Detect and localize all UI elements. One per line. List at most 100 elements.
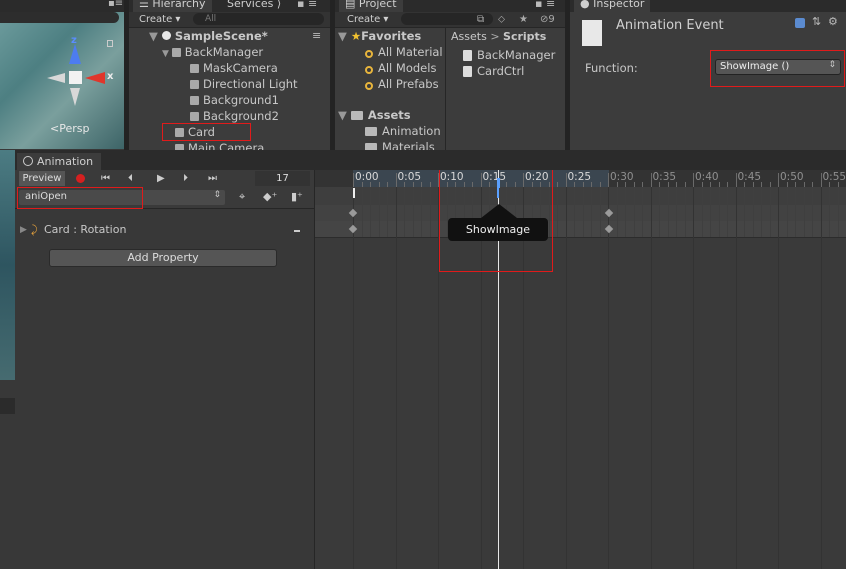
hierarchy-item-background1[interactable]: Background1	[190, 92, 279, 108]
folder-materials[interactable]: Materials	[365, 139, 435, 150]
tab-inspector[interactable]: ● Inspector	[574, 0, 651, 12]
tab-services[interactable]: Services ⟩	[221, 0, 288, 12]
hidden-count-badge: 9	[548, 14, 555, 25]
scene-gizmo[interactable]: z x	[45, 35, 115, 120]
project-tab-menu-icon[interactable]: ▪ ≡	[535, 0, 555, 10]
tab-menu-icon[interactable]: ▪≡	[108, 0, 123, 9]
folder-icon	[365, 127, 377, 136]
scene-name: SampleScene*	[174, 29, 268, 43]
scene-row[interactable]: ▼ SampleScene*	[149, 28, 268, 44]
tab-project-label: Project	[358, 0, 397, 10]
favorite-label: All Prefabs	[378, 77, 439, 91]
grid-line-minor	[837, 187, 839, 237]
panel-divider[interactable]	[124, 0, 129, 150]
tab-hierarchy[interactable]: ☰ Hierarchy	[133, 0, 212, 12]
project-split-line[interactable]	[445, 28, 446, 150]
favorite-all-material[interactable]: All Material	[365, 44, 443, 60]
add-event-icon[interactable]: ▮⁺	[291, 190, 303, 203]
expand-arrow-icon[interactable]: ▼	[162, 49, 172, 59]
breadcrumb-assets[interactable]: Assets	[451, 30, 487, 43]
next-keyframe-button[interactable]: ⏵	[183, 170, 188, 188]
grid-line	[353, 187, 354, 569]
hierarchy-search-input[interactable]: All	[193, 13, 324, 25]
tab-animation[interactable]: Animation	[17, 153, 102, 170]
folder-animation[interactable]: Animation	[365, 123, 441, 139]
panel-divider[interactable]	[330, 0, 335, 150]
property-remove-icon[interactable]	[294, 230, 300, 232]
scene-tabbar	[0, 0, 124, 12]
grid-line-minor	[752, 187, 754, 237]
favorite-star-icon[interactable]: ★	[519, 12, 528, 27]
favorites-header[interactable]: ▼ ★Favorites	[338, 28, 421, 44]
search-filter-icon	[365, 50, 373, 58]
grid-line-minor	[744, 187, 745, 237]
ruler-label: 0:30	[610, 171, 634, 183]
hierarchy-item-label: Main Camera	[188, 141, 265, 150]
hierarchy-item-backmanager[interactable]: ▼ BackManager	[162, 44, 263, 60]
preset-icon[interactable]: ⇅	[812, 15, 821, 28]
persp-label[interactable]: <Persp	[50, 122, 89, 135]
hierarchy-tab-menu-icon[interactable]: ▪ ≡	[297, 0, 317, 10]
folder-icon	[365, 143, 377, 150]
add-keyframe-icon[interactable]: ◆⁺	[263, 190, 277, 203]
tab-project[interactable]: ▤ Project	[339, 0, 403, 12]
function-label: Function:	[585, 61, 638, 75]
property-row[interactable]: ▶ ⤸ Card : Rotation	[15, 222, 314, 238]
hierarchy-item-directional-light[interactable]: Directional Light	[190, 76, 298, 92]
hierarchy-item-main-camera[interactable]: Main Camera	[175, 140, 264, 150]
ruler-major-tick	[735, 173, 737, 187]
favorite-all-prefabs[interactable]: All Prefabs	[365, 76, 439, 92]
hierarchy-panel: ☰ Hierarchy Services ⟩ ▪ ≡ Create ▾ All …	[129, 0, 330, 150]
add-property-button[interactable]: Add Property	[49, 249, 277, 267]
first-keyframe-button[interactable]: ⏮	[101, 170, 110, 188]
folder-label: Animation	[382, 124, 441, 138]
expand-arrow-icon[interactable]: ▼	[338, 29, 351, 43]
preview-button[interactable]: Preview	[19, 171, 65, 186]
hierarchy-item-background2[interactable]: Background2	[190, 108, 279, 124]
project-create-button[interactable]: Create ▾	[347, 12, 388, 27]
expand-arrow-icon[interactable]: ▼	[149, 29, 162, 43]
play-button[interactable]: ▶	[157, 170, 165, 188]
scene-search-input[interactable]	[0, 12, 119, 23]
gizmo-down-arrow-icon[interactable]	[70, 88, 80, 106]
panel-divider[interactable]	[565, 0, 570, 150]
ruler-label: 0:50	[780, 171, 804, 183]
ruler-major-tick	[608, 173, 609, 187]
scene-view-left-strip	[0, 150, 15, 380]
record-button[interactable]	[76, 174, 85, 183]
filter-by-selection-icon[interactable]: ⌖	[239, 190, 245, 204]
hierarchy-item-maskcamera[interactable]: MaskCamera	[190, 60, 278, 76]
expand-arrow-icon[interactable]: ▶	[20, 222, 27, 238]
chevron-right-icon: ⟩	[273, 0, 282, 10]
assets-header[interactable]: ▼ Assets	[338, 107, 411, 123]
scene-row-menu-icon[interactable]: ≡	[312, 29, 321, 42]
gizmo-center-cube-icon[interactable]	[69, 71, 82, 84]
prev-keyframe-button[interactable]: ⏴	[128, 170, 133, 188]
filter-type-icon[interactable]: ⧉	[477, 12, 484, 27]
hierarchy-tab-icon: ☰	[139, 0, 153, 10]
favorite-all-models[interactable]: All Models	[365, 60, 436, 76]
gizmo-left-arrow-icon[interactable]	[47, 73, 65, 83]
timeline-area[interactable]: 0:00 0:05 0:10 0:15 0:20 0:25 0:30 0:35 0:40 0:45…	[315, 170, 846, 569]
expand-arrow-icon[interactable]: ▼	[338, 108, 351, 122]
grid-line-minor	[701, 187, 703, 237]
grid-line	[735, 187, 737, 569]
gizmo-lock-icon[interactable]	[107, 40, 113, 47]
file-cardctrl[interactable]: CardCtrl	[463, 63, 524, 79]
gizmo-x-arrow-icon[interactable]	[85, 72, 105, 84]
last-keyframe-button[interactable]: ⏭	[208, 170, 217, 188]
tag-icon[interactable]: ⬦	[498, 12, 505, 27]
settings-gear-icon[interactable]: ⚙	[828, 15, 838, 28]
hierarchy-create-button[interactable]: Create ▾	[139, 12, 180, 27]
project-tab-icon: ▤	[345, 0, 359, 10]
ruler-major-tick	[820, 173, 822, 187]
help-icon[interactable]	[795, 18, 805, 28]
gizmo-z-arrow-icon[interactable]	[69, 44, 81, 64]
hidden-eye-icon[interactable]: ⊘9	[540, 12, 555, 27]
rotation-icon: ⤸	[31, 223, 38, 236]
ruler-label: 0:00	[355, 171, 379, 183]
file-backmanager[interactable]: BackManager	[463, 47, 555, 63]
animation-event-marker[interactable]	[353, 188, 355, 198]
frame-input[interactable]: 17	[255, 171, 310, 186]
breadcrumb-scripts[interactable]: Scripts	[503, 30, 546, 43]
